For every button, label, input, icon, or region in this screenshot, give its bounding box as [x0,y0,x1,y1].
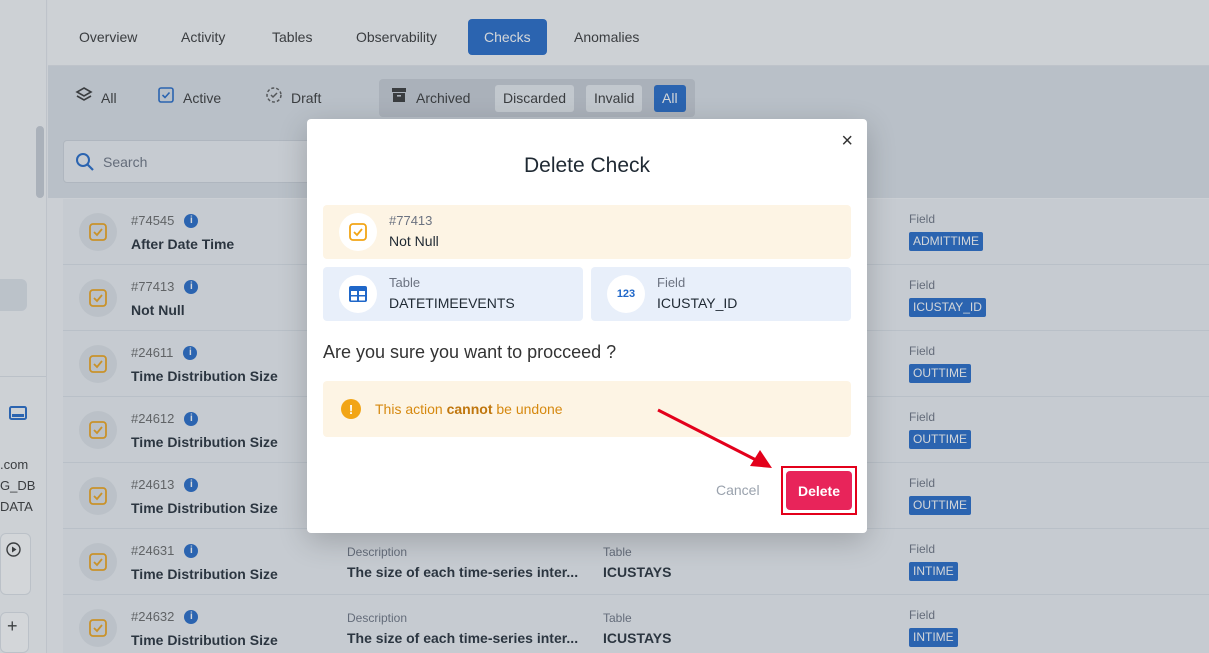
check-card: #77413 Not Null [323,205,851,259]
field-card: 123 Field ICUSTAY_ID [591,267,851,321]
cancel-button[interactable]: Cancel [716,482,760,498]
number-icon-text: 123 [616,288,636,300]
field-value: ICUSTAY_ID [657,295,738,311]
dialog-title: Delete Check [523,154,651,177]
table-label: Table [389,275,421,290]
warning-bold: cannot [446,401,493,417]
warning-text: This action cannot be undone [375,401,563,417]
close-icon[interactable]: × [841,131,853,151]
warning-prefix: This action [375,401,447,417]
annotation-arrow-icon [657,408,772,468]
check-name: Not Null [389,233,439,249]
check-id: #77413 [389,213,433,228]
table-card: Table DATETIMEEVENTS [323,267,583,321]
check-icon [339,213,377,251]
delete-check-dialog: × Delete Check #77413 Not Null Table DAT… [307,119,867,533]
table-icon [339,275,377,313]
table-value: DATETIMEEVENTS [389,295,515,311]
number-icon: 123 [607,275,645,313]
field-label: Field [657,275,686,290]
warning-suffix: be undone [492,401,563,417]
delete-button[interactable]: Delete [786,471,852,510]
confirm-question: Are you sure you want to procceed ? [323,342,617,362]
warning-icon: ! [341,399,361,419]
